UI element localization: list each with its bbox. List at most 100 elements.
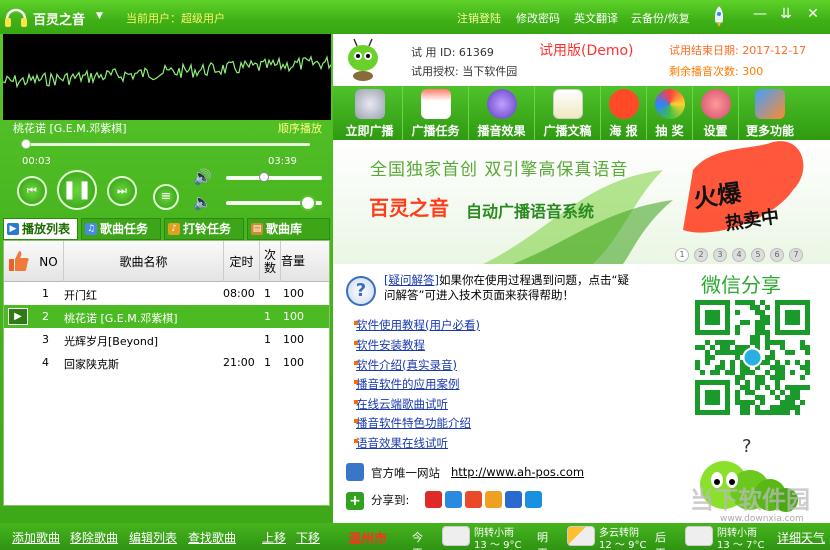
link-cloud-songs[interactable]: 在线云端歌曲试听 [354,396,448,412]
banner-dot-4[interactable]: 4 [732,248,746,262]
headphone-logo-icon [5,8,27,27]
volume-speaker-icon[interactable]: 🔊 [193,168,212,186]
app-menu-caret-icon[interactable]: ▼ [96,11,103,21]
thumbs-up-icon [9,251,29,271]
link-usage-tutorial[interactable]: 软件使用教程(用户必看) [354,317,480,333]
banner-dot-7[interactable]: 7 [789,248,803,262]
link-voice-demo[interactable]: 语音效果在线试听 [354,435,448,451]
link-text: 软件介绍(真实录音) [356,358,457,372]
weather-day: 明天 [537,531,548,550]
change-password-link[interactable]: 修改密码 [516,10,560,26]
table-row[interactable]: 1 开门红 08:00 1 100 [4,282,329,305]
banner-dot-2[interactable]: 2 [694,248,708,262]
toutiao-share-icon[interactable] [485,491,502,508]
link-use-cases[interactable]: 播音软件的应用案例 [354,376,460,392]
waveform-display [3,34,331,120]
link-software-intro[interactable]: 软件介绍(真实录音) [354,357,457,373]
remove-song-link[interactable]: 移除歌曲 [70,529,118,546]
cell-count: 1 [264,310,271,323]
kaixin-share-icon[interactable] [525,491,542,508]
move-up-link[interactable]: 上移 [262,529,286,546]
play-mode-toggle[interactable]: 顺序播放 [278,120,322,136]
lottery-button[interactable]: 抽 奖 [647,86,693,140]
cell-name: 开门红 [64,289,97,302]
faq-paragraph: [疑问解答]如果你在使用过程遇到问题，点击“疑问解答”可进入技术页面来获得帮助！ [384,273,634,303]
pause-button[interactable]: ❚❚ [57,170,97,210]
qzone-share-icon[interactable] [445,491,462,508]
broadcast-scripts-button[interactable]: 广播文稿 [535,86,601,140]
tab-bell-tasks[interactable]: ♪ 打铃任务 [164,218,244,240]
collapse-window-button[interactable]: ⇊ [776,4,796,24]
minimize-window-button[interactable]: — [750,4,770,24]
cell-volume: 100 [283,333,304,346]
tab-label: 播放列表 [22,222,71,236]
table-row[interactable]: 3 光辉岁月[Beyond] 1 100 [4,328,329,351]
app-title: 百灵之音 [33,13,86,28]
link-text: 在线云端歌曲试听 [356,397,448,411]
next-track-button[interactable]: ⏭ [107,176,137,206]
table-row[interactable]: ▶ 2 桃花诺 [G.E.M.邓紫棋] 1 100 [4,305,329,328]
faq-link[interactable]: [疑问解答] [384,273,439,287]
broadcast-now-button[interactable]: 立即广播 [337,86,403,140]
banner-dot-3[interactable]: 3 [713,248,727,262]
close-window-button[interactable]: ✕ [803,4,823,24]
trial-id-label: 试 用 ID: 61369 [411,46,494,59]
edit-list-link[interactable]: 编辑列表 [129,529,177,546]
cell-count: 1 [264,333,271,346]
link-text: 软件安装教程 [356,338,425,352]
promo-banner[interactable]: 全国独家首创 双引擎高保真语音 百灵之音 自动广播语音系统 火爆 热卖中 1 2… [333,140,830,264]
table-row[interactable]: 4 回家陕克斯 21:00 1 100 [4,351,329,374]
cell-count: 1 [264,356,271,369]
broadcast-tasks-button[interactable]: 广播任务 [403,86,469,140]
tab-playlist[interactable]: ▶ 播放列表 [3,218,78,240]
banner-dot-1[interactable]: 1 [675,248,689,262]
cell-time: 08:00 [223,287,255,300]
rocket-icon[interactable] [710,6,728,28]
progress-slider-track[interactable] [22,143,310,146]
logout-link[interactable]: 注销登陆 [457,10,501,26]
move-down-link[interactable]: 下移 [296,529,320,546]
poster-button[interactable]: 海 报 [601,86,647,140]
banner-subtitle: 自动广播语音系统 [466,202,595,221]
tencent-weibo-share-icon[interactable] [465,491,482,508]
weather-detail-link[interactable]: 详细天气 [777,529,825,546]
find-song-link[interactable]: 查找歌曲 [188,529,236,546]
col-count: 次数 [260,241,281,282]
title-bar [0,0,830,34]
add-song-link[interactable]: 添加歌曲 [12,529,60,546]
tab-song-tasks[interactable]: ♫ 歌曲任务 [81,218,161,240]
cell-count: 1 [264,287,271,300]
voice-volume-slider-knob[interactable] [299,195,316,211]
banner-dot-6[interactable]: 6 [770,248,784,262]
english-translate-link[interactable]: 英文翻译 [574,10,618,26]
main-toolbar: 立即广播 广播任务 播音效果 广播文稿 海 报 抽 奖 设置 更多功能 [333,86,830,140]
official-site-link[interactable]: http://www.ah-pos.com [451,465,584,479]
tab-label: 打铃任务 [183,222,232,236]
sound-effects-button[interactable]: 播音效果 [469,86,535,140]
weather-city[interactable]: 温州市 [348,528,387,547]
progress-slider-knob[interactable] [21,139,32,149]
bell-icon: ♪ [168,223,180,235]
volume-slider-track[interactable] [226,176,322,180]
more-features-button[interactable]: 更多功能 [739,86,801,140]
renren-share-icon[interactable] [505,491,522,508]
banner-dot-5[interactable]: 5 [751,248,765,262]
toolbar-label: 广播文稿 [543,124,592,138]
wechat-qr-code[interactable] [689,298,817,416]
link-install-tutorial[interactable]: 软件安装教程 [354,337,425,353]
weather-day: 今天 [412,531,423,550]
weibo-share-icon[interactable] [425,491,442,508]
link-features[interactable]: 播音软件特色功能介绍 [354,415,471,431]
watermark-text: 当下软件园 [690,486,810,514]
settings-button[interactable]: 设置 [693,86,739,140]
now-playing-marker-icon: ▶ [8,308,28,325]
tab-song-library[interactable]: ▤ 歌曲库 [247,218,330,240]
cloud-rain-icon [442,526,470,546]
cell-name: 光辉岁月[Beyond] [64,335,159,348]
time-current: 00:03 [22,156,51,167]
previous-track-button[interactable]: ⏮ [17,176,47,206]
playlist-mode-button[interactable]: ≡ [153,184,179,210]
cloud-backup-link[interactable]: 云备份/恢复 [631,10,690,26]
voice-volume-icon[interactable]: 🔈 [193,193,212,211]
remaining-broadcasts: 剩余播音次数: 300 [669,65,764,78]
